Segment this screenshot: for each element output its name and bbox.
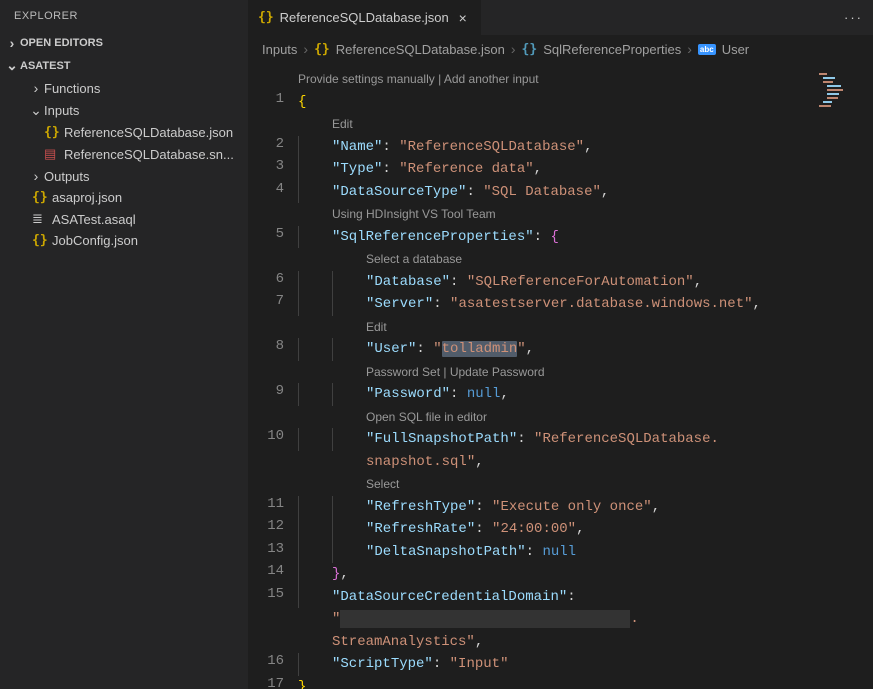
tab-bar: {} ReferenceSQLDatabase.json × ··· xyxy=(248,0,873,35)
more-actions-button[interactable]: ··· xyxy=(834,10,873,25)
json-icon: {} xyxy=(32,233,52,248)
codelens-tool[interactable]: Using HDInsight VS Tool Team xyxy=(298,203,873,226)
folder-inputs[interactable]: ⌄ Inputs xyxy=(0,99,248,122)
folder-functions[interactable]: › Functions xyxy=(0,77,248,99)
close-icon[interactable]: × xyxy=(455,10,471,26)
redacted-value xyxy=(340,610,630,628)
chevron-right-icon: › xyxy=(687,41,692,57)
chevron-down-icon: ⌄ xyxy=(28,102,44,119)
variable-icon: abc xyxy=(698,44,716,55)
workspace-section[interactable]: ⌄ ASATEST xyxy=(0,54,248,77)
object-icon: {} xyxy=(522,42,538,57)
chevron-right-icon: › xyxy=(28,80,44,96)
editor[interactable]: 1 2 3 4 5 6 7 8 9 10 11 12 13 14 15 16 1… xyxy=(248,63,873,689)
codelens-password[interactable]: Password Set | Update Password xyxy=(298,361,873,384)
code-area[interactable]: Provide settings manually | Add another … xyxy=(298,63,873,689)
codelens-select[interactable]: Select xyxy=(298,473,873,496)
line-gutter: 1 2 3 4 5 6 7 8 9 10 11 12 13 14 15 16 1… xyxy=(248,63,298,689)
tree: › OPEN EDITORS ⌄ ASATEST › Functions ⌄ I… xyxy=(0,32,248,251)
file-reference-json[interactable]: {} ReferenceSQLDatabase.json xyxy=(0,122,248,143)
database-icon: ▤ xyxy=(44,146,64,162)
codelens-selectdb[interactable]: Select a database xyxy=(298,248,873,271)
codelens-edit[interactable]: Edit xyxy=(298,113,873,136)
json-icon: {} xyxy=(44,125,64,140)
chevron-right-icon: › xyxy=(28,168,44,184)
chevron-right-icon: › xyxy=(303,41,308,57)
codelens-top[interactable]: Provide settings manually | Add another … xyxy=(298,68,873,91)
folder-outputs[interactable]: › Outputs xyxy=(0,165,248,187)
json-icon: {} xyxy=(32,190,52,205)
explorer-sidebar: EXPLORER › OPEN EDITORS ⌄ ASATEST › Func… xyxy=(0,0,248,689)
chevron-right-icon: › xyxy=(4,35,20,51)
json-icon: {} xyxy=(314,42,330,57)
tab-title: ReferenceSQLDatabase.json xyxy=(280,10,449,25)
editor-main: {} ReferenceSQLDatabase.json × ··· Input… xyxy=(248,0,873,689)
open-editors-section[interactable]: › OPEN EDITORS xyxy=(0,32,248,54)
codelens-edit-user[interactable]: Edit xyxy=(298,316,873,339)
file-reference-snapshot[interactable]: ▤ ReferenceSQLDatabase.sn... xyxy=(0,143,248,165)
explorer-title: EXPLORER xyxy=(0,0,248,32)
file-icon: ≣ xyxy=(32,211,52,227)
file-asatest-asaql[interactable]: ≣ ASATest.asaql xyxy=(0,208,248,230)
chevron-right-icon: › xyxy=(511,41,516,57)
breadcrumb[interactable]: Inputs › {} ReferenceSQLDatabase.json › … xyxy=(248,35,873,63)
codelens-opensql[interactable]: Open SQL file in editor xyxy=(298,406,873,429)
chevron-down-icon: ⌄ xyxy=(4,57,20,74)
file-asaproj[interactable]: {} asaproj.json xyxy=(0,187,248,208)
json-icon: {} xyxy=(258,10,274,25)
file-jobconfig[interactable]: {} JobConfig.json xyxy=(0,230,248,251)
editor-tab[interactable]: {} ReferenceSQLDatabase.json × xyxy=(248,0,482,35)
